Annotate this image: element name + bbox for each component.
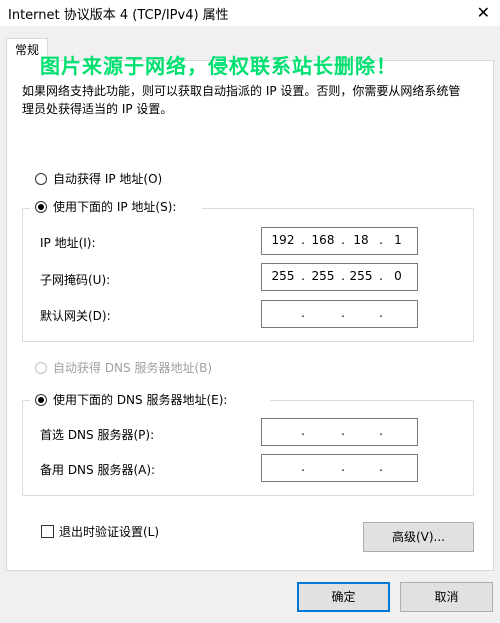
ip-auto-radio[interactable] [35,173,47,185]
dns-auto-radio[interactable] [35,362,47,374]
octet-separator: . [341,424,345,438]
close-icon[interactable]: ✕ [477,3,490,22]
ok-button[interactable]: 确定 [297,582,390,612]
octet-separator: . [341,306,345,320]
preferred-dns-field[interactable]: . . . [261,418,418,446]
octet-separator: . [301,424,305,438]
octet-separator: . [379,424,383,438]
title-bar: Internet 协议版本 4 (TCP/IPv4) 属性 ✕ [0,0,500,26]
dns-manual-radio[interactable] [35,394,47,406]
advanced-button[interactable]: 高级(V)... [363,522,474,552]
gateway-field[interactable]: . . . [261,300,418,328]
octet: 192 [271,233,295,247]
octet: 18 [353,233,369,247]
octet-separator: . [301,306,305,320]
dns-manual-label: 使用下面的 DNS 服务器地址(E): [53,393,228,407]
octet: 1 [394,233,402,247]
octet: 255 [311,269,335,283]
octet-separator: . [301,233,305,247]
octet-separator: . [341,460,345,474]
ip-manual-radio[interactable] [35,201,47,213]
octet-separator: . [379,306,383,320]
octet: 0 [394,269,402,283]
alternate-dns-label: 备用 DNS 服务器(A): [40,463,156,477]
ip-address-field[interactable]: 192 . 168 . 18 . 1 [261,227,418,255]
validate-label: 退出时验证设置(L) [59,525,160,539]
validate-checkbox[interactable] [41,525,54,538]
octet: 255 [349,269,373,283]
gateway-label: 默认网关(D): [40,309,111,323]
octet-separator: . [379,460,383,474]
octet-separator: . [301,460,305,474]
preferred-dns-label: 首选 DNS 服务器(P): [40,428,155,442]
window-title: Internet 协议版本 4 (TCP/IPv4) 属性 [8,8,229,23]
watermark: 图片来源于网络，侵权联系站长删除！ [40,54,397,78]
ip-address-label: IP 地址(I): [40,236,96,250]
subnet-mask-field[interactable]: 255 . 255 . 255 . 0 [261,263,418,291]
alternate-dns-field[interactable]: . . . [261,454,418,482]
octet: 168 [311,233,335,247]
subnet-mask-label: 子网掩码(U): [40,273,111,287]
octet: 255 [271,269,295,283]
ip-auto-label: 自动获得 IP 地址(O) [53,172,163,186]
dns-auto-label: 自动获得 DNS 服务器地址(B) [53,361,213,375]
ip-manual-label: 使用下面的 IP 地址(S): [53,200,177,214]
description-text: 如果网络支持此功能，则可以获取自动指派的 IP 设置。否则，你需要从网络系统管理… [22,84,461,116]
cancel-button[interactable]: 取消 [400,582,493,612]
octet-separator: . [301,269,305,283]
